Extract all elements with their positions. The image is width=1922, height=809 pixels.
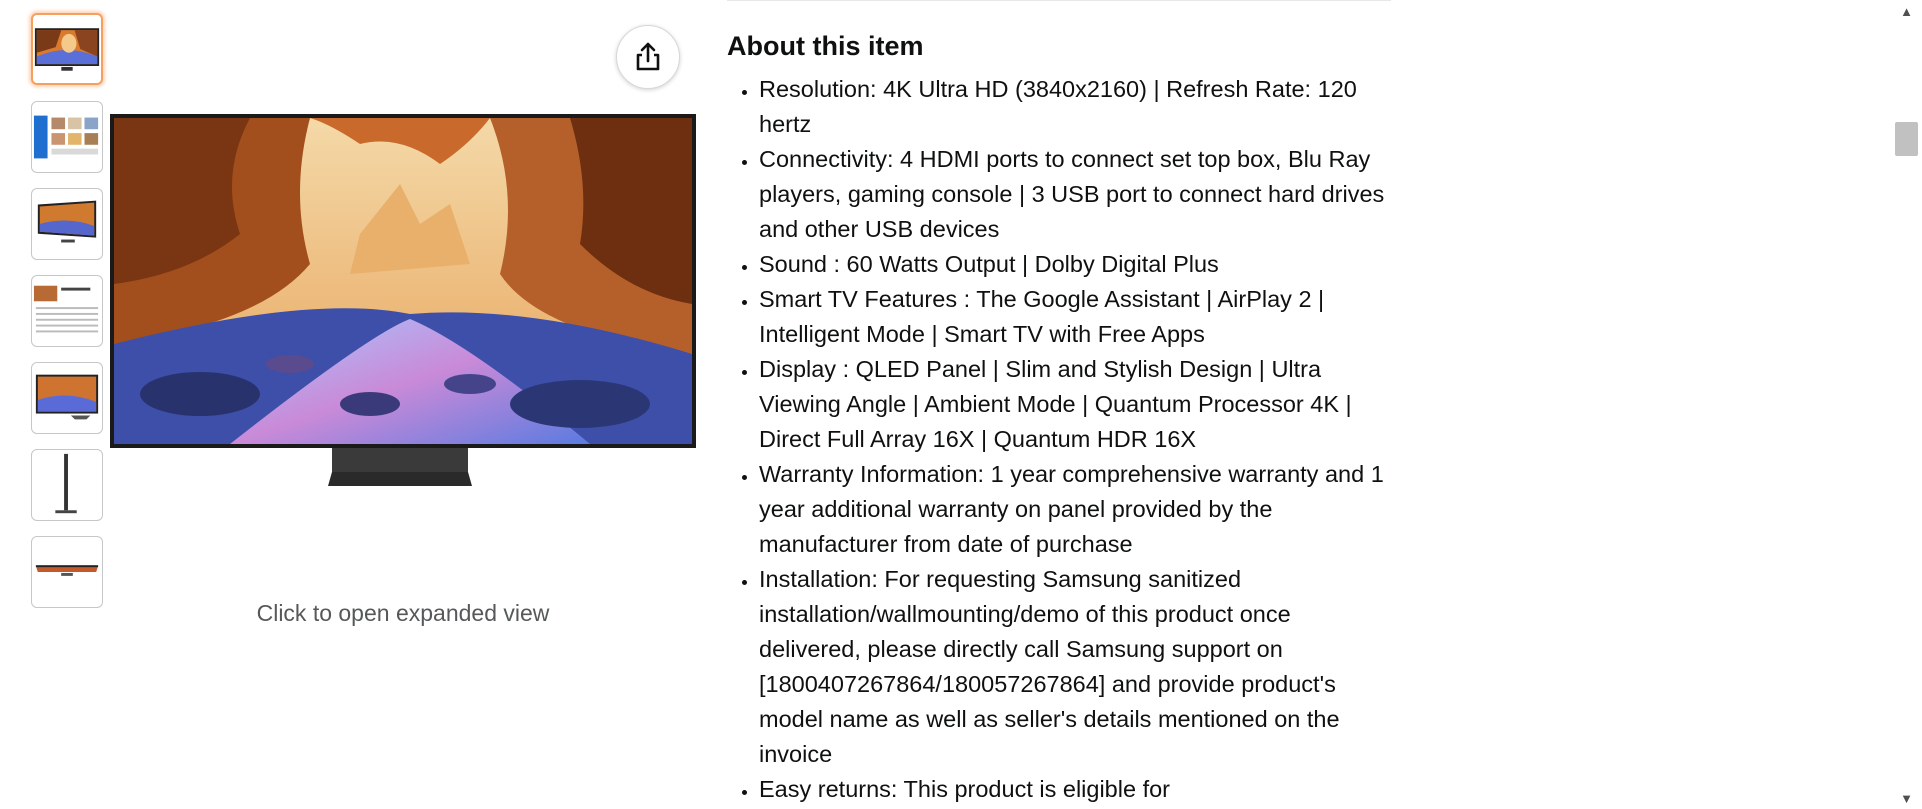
about-title: About this item <box>727 31 924 61</box>
bullet-installation: Installation: For requesting Samsung san… <box>759 562 1387 772</box>
thumbnail-tv-angle[interactable] <box>31 188 103 260</box>
section-divider <box>727 0 1391 1</box>
bullet-sound: Sound : 60 Watts Output | Dolby Digital … <box>759 247 1387 282</box>
scrollbar-thumb[interactable] <box>1895 122 1918 156</box>
tv-side-thumbnail-image <box>55 453 77 514</box>
features-thumbnail-image <box>33 115 99 159</box>
bullet-smart-tv-features: Smart TV Features : The Google Assistant… <box>759 282 1387 352</box>
share-button[interactable] <box>616 25 680 89</box>
tv-front-2-thumbnail-image <box>35 374 99 420</box>
page-scrollbar[interactable]: ▲ ▼ <box>1891 0 1922 809</box>
about-section: About this item Resolution: 4K Ultra HD … <box>727 28 1387 807</box>
spec-sheet-thumbnail-image <box>33 285 99 333</box>
tv-product-image <box>110 114 696 486</box>
share-icon <box>636 42 660 71</box>
scroll-down-arrow-icon[interactable]: ▼ <box>1891 787 1922 809</box>
tv-angle-thumbnail-image <box>37 200 97 243</box>
thumbnail-spec-sheet[interactable] <box>31 275 103 347</box>
scroll-up-arrow-icon[interactable]: ▲ <box>1891 0 1922 22</box>
bullet-warranty: Warranty Information: 1 year comprehensi… <box>759 457 1387 562</box>
bullet-resolution: Resolution: 4K Ultra HD (3840x2160) | Re… <box>759 72 1387 142</box>
main-product-image[interactable] <box>110 114 696 492</box>
expand-view-hint: Click to open expanded view <box>256 600 550 626</box>
thumbnail-features-grid[interactable] <box>31 101 103 173</box>
bullet-easy-returns: Easy returns: This product is eligible f… <box>759 772 1387 807</box>
bullet-connectivity: Connectivity: 4 HDMI ports to connect se… <box>759 142 1387 247</box>
tv-thumbnail-image <box>34 28 100 71</box>
thumbnail-tv-side[interactable] <box>31 449 103 521</box>
thumbnail-tv-front-2[interactable] <box>31 362 103 434</box>
thumbnail-tv-top[interactable] <box>31 536 103 608</box>
about-bullet-list: Resolution: 4K Ultra HD (3840x2160) | Re… <box>727 72 1387 807</box>
bullet-display: Display : QLED Panel | Slim and Stylish … <box>759 352 1387 457</box>
tv-top-thumbnail-image <box>35 565 99 576</box>
thumbnail-tv-front[interactable] <box>31 13 103 85</box>
